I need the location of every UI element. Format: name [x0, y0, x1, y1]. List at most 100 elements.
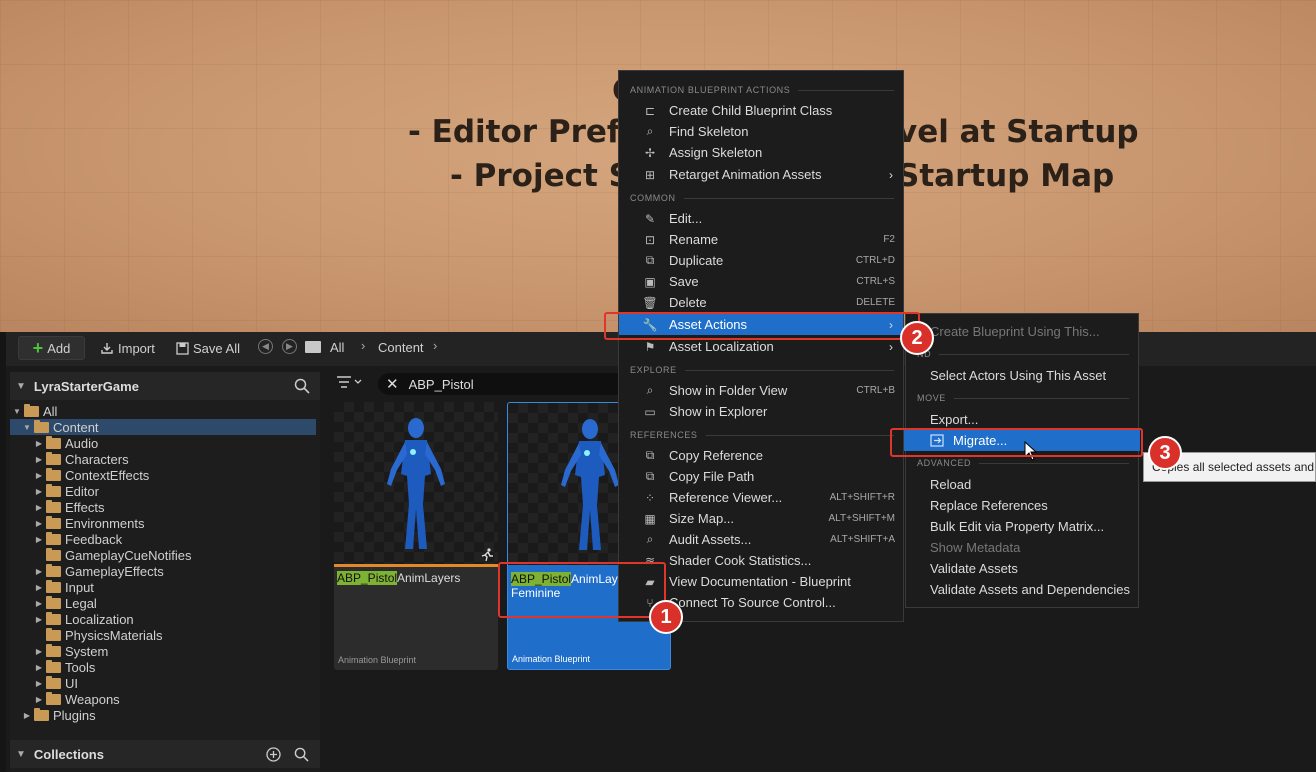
expand-arrow-icon[interactable]: ▶	[34, 471, 44, 480]
expand-arrow-icon[interactable]: ▶	[34, 679, 44, 688]
history-forward-button[interactable]: ▶	[282, 339, 297, 354]
tree-item-legal[interactable]: ▶ Legal	[10, 595, 316, 611]
expand-arrow-icon[interactable]: ▶	[34, 567, 44, 576]
menu-item-save[interactable]: ▣ Save CTRL+S	[619, 271, 903, 292]
submenu-item-validate-dependencies[interactable]: Validate Assets and Dependencies	[906, 579, 1138, 600]
breadcrumb-separator-icon[interactable]: ›	[433, 338, 437, 353]
save-all-button[interactable]: Save All	[176, 336, 240, 360]
expand-arrow-icon[interactable]: ▶	[34, 519, 44, 528]
expand-arrow-icon[interactable]: ▶	[34, 535, 44, 544]
tree-item-localization[interactable]: ▶ Localization	[10, 611, 316, 627]
menu-item-rename[interactable]: ⊡ Rename F2	[619, 229, 903, 250]
submenu-item-create-blueprint[interactable]: Create Blueprint Using This...	[906, 321, 1138, 342]
submenu-arrow-icon: ›	[889, 339, 893, 354]
import-button[interactable]: Import	[100, 336, 155, 360]
tree-item-all[interactable]: ▼ All	[10, 403, 316, 419]
menu-item-size-map[interactable]: ▦ Size Map... ALT+SHIFT+M	[619, 508, 903, 529]
tree-item-weapons[interactable]: ▶ Weapons	[10, 691, 316, 707]
expand-arrow-icon[interactable]: ▶	[34, 487, 44, 496]
section-header: MOVE	[917, 393, 1129, 403]
collapse-arrow-icon[interactable]: ▼	[16, 749, 26, 760]
audit-icon: ⌕	[646, 532, 654, 546]
menu-item-assign-skeleton[interactable]: ✢ Assign Skeleton	[619, 142, 903, 163]
menu-item-show-in-explorer[interactable]: ▭ Show in Explorer	[619, 401, 903, 422]
tree-item-label: Plugins	[53, 707, 96, 723]
asset-search-input[interactable]: ✕ ABP_Pistol	[378, 373, 628, 395]
clear-search-icon[interactable]: ✕	[386, 375, 399, 393]
collections-header[interactable]: ▼ Collections	[10, 740, 320, 768]
tree-item-audio[interactable]: ▶ Audio	[10, 435, 316, 451]
collapse-arrow-icon[interactable]: ▼	[16, 381, 26, 392]
expand-arrow-icon[interactable]: ▶	[34, 663, 44, 672]
tree-header[interactable]: ▼ LyraStarterGame	[10, 372, 320, 400]
expand-arrow-icon[interactable]: ▶	[34, 695, 44, 704]
pencil-icon: ✎	[644, 211, 656, 226]
tree-item-input[interactable]: ▶ Input	[10, 579, 316, 595]
submenu-item-replace-references[interactable]: Replace References	[906, 495, 1138, 516]
tree-item-system[interactable]: ▶ System	[10, 643, 316, 659]
expand-arrow-icon[interactable]: ▶	[34, 615, 44, 624]
expand-arrow-icon[interactable]: ▶	[22, 711, 32, 720]
submenu-item-reload[interactable]: Reload	[906, 474, 1138, 495]
history-back-button[interactable]: ◀	[258, 339, 273, 354]
tree-item-editor[interactable]: ▶ Editor	[10, 483, 316, 499]
folder-icon	[46, 467, 61, 481]
tree-item-characters[interactable]: ▶ Characters	[10, 451, 316, 467]
add-button[interactable]: + Add	[18, 336, 85, 360]
tree-item-gameplaycuenotifies[interactable]: GameplayCueNotifies	[10, 547, 316, 563]
menu-item-copy-file-path[interactable]: ⧉ Copy File Path	[619, 466, 903, 487]
tree-item-physicsmaterials[interactable]: PhysicsMaterials	[10, 627, 316, 643]
menu-item-label: Audit Assets...	[669, 532, 752, 547]
asset-tile[interactable]: ABP_PistolAnimLayers Animation Blueprint	[334, 402, 498, 670]
tree-item-ui[interactable]: ▶ UI	[10, 675, 316, 691]
menu-item-create-child-blueprint[interactable]: ⊏ Create Child Blueprint Class	[619, 100, 903, 121]
tree-item-contexteffects[interactable]: ▶ ContextEffects	[10, 467, 316, 483]
submenu-item-export[interactable]: Export...	[906, 409, 1138, 430]
expand-arrow-icon[interactable]: ▼	[12, 407, 22, 416]
breadcrumb-content[interactable]: Content	[378, 340, 424, 355]
menu-item-show-in-folder-view[interactable]: ⌕ Show in Folder View CTRL+B	[619, 380, 903, 401]
submenu-item-show-metadata[interactable]: Show Metadata	[906, 537, 1138, 558]
tree-item-content[interactable]: ▼ Content	[10, 419, 316, 435]
expand-arrow-icon[interactable]: ▶	[34, 503, 44, 512]
submenu-item-bulk-edit[interactable]: Bulk Edit via Property Matrix...	[906, 516, 1138, 537]
add-collection-icon[interactable]	[266, 747, 281, 762]
folder-icon	[46, 451, 61, 465]
forward-arrow-icon: ▶	[286, 341, 293, 351]
expand-arrow-icon[interactable]: ▶	[34, 455, 44, 464]
tree-item-feedback[interactable]: ▶ Feedback	[10, 531, 316, 547]
expand-arrow-icon[interactable]: ▶	[34, 439, 44, 448]
tree-item-plugins[interactable]: ▶ Plugins	[10, 707, 316, 723]
menu-item-audit-assets[interactable]: ⌕ Audit Assets... ALT+SHIFT+A	[619, 529, 903, 550]
menu-shortcut: ALT+SHIFT+A	[830, 534, 895, 545]
add-label: Add	[47, 340, 71, 356]
expand-arrow-icon[interactable]: ▶	[34, 647, 44, 656]
skeleton-icon: ✢	[644, 145, 656, 160]
search-icon[interactable]	[294, 747, 309, 762]
submenu-item-validate-assets[interactable]: Validate Assets	[906, 558, 1138, 579]
submenu-item-select-actors[interactable]: Select Actors Using This Asset	[906, 365, 1138, 386]
expand-arrow-icon[interactable]: ▼	[22, 423, 32, 432]
tree-item-effects[interactable]: ▶ Effects	[10, 499, 316, 515]
menu-item-delete[interactable]: 🗑 Delete DELETE	[619, 292, 903, 313]
menu-item-retarget-animation[interactable]: ⊞ Retarget Animation Assets ›	[619, 164, 903, 185]
menu-item-copy-reference[interactable]: ⧉ Copy Reference	[619, 445, 903, 466]
filter-button[interactable]	[336, 375, 362, 392]
menu-item-duplicate[interactable]: ⧉ Duplicate CTRL+D	[619, 250, 903, 271]
menu-item-label: Save	[669, 274, 699, 289]
menu-item-edit[interactable]: ✎ Edit...	[619, 208, 903, 229]
menu-item-find-skeleton[interactable]: ⌕ Find Skeleton	[619, 121, 903, 142]
search-icon[interactable]	[294, 378, 310, 394]
tree-item-environments[interactable]: ▶ Environments	[10, 515, 316, 531]
breadcrumb-separator-icon[interactable]: ›	[361, 338, 365, 353]
tree-item-tools[interactable]: ▶ Tools	[10, 659, 316, 675]
tree-item-gameplayeffects[interactable]: ▶ GameplayEffects	[10, 563, 316, 579]
expand-arrow-icon[interactable]: ▶	[34, 599, 44, 608]
menu-item-label: Copy File Path	[669, 469, 755, 484]
expand-arrow-icon[interactable]: ▶	[34, 583, 44, 592]
breadcrumb-all[interactable]: All	[330, 340, 344, 355]
menu-item-reference-viewer[interactable]: ⁘ Reference Viewer... ALT+SHIFT+R	[619, 487, 903, 508]
character-mannequin-image	[561, 419, 619, 550]
collections-label: Collections	[33, 746, 104, 762]
menu-item-label: Export...	[930, 412, 979, 427]
